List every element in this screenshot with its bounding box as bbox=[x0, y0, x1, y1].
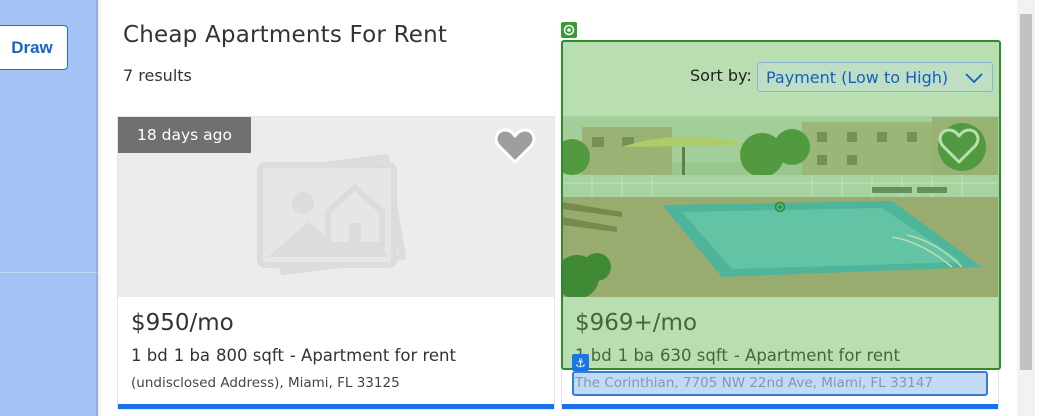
map-divider-shadow bbox=[96, 0, 102, 416]
chevron-down-icon bbox=[965, 73, 983, 84]
target-dot-icon bbox=[774, 201, 786, 213]
results-count: 7 results bbox=[123, 66, 192, 85]
listing-card[interactable]: 18 days ago $950/mo 1 bd 1 ba 800 sqft - Ap… bbox=[117, 116, 555, 410]
listing-age-badge: 18 days ago bbox=[118, 117, 251, 153]
listing-photo-placeholder[interactable]: 18 days ago bbox=[118, 117, 554, 297]
listing-price: $950/mo bbox=[131, 310, 234, 336]
card-accent-bar bbox=[562, 404, 998, 409]
listing-sqft: 800 sqft bbox=[216, 346, 284, 365]
heart-icon[interactable] bbox=[938, 127, 980, 165]
sort-label: Sort by: bbox=[690, 66, 752, 85]
listing-details: 1 bd 1 ba 630 sqft - Apartment for rent bbox=[575, 346, 906, 365]
listing-address[interactable]: The Corinthian, 7705 NW 22nd Ave, Miami,… bbox=[575, 375, 933, 391]
listing-details: 1 bd 1 ba 800 sqft - Apartment for rent bbox=[131, 346, 462, 365]
listing-type: - Apartment for rent bbox=[733, 346, 900, 365]
listing-sqft: 630 sqft bbox=[660, 346, 728, 365]
listing-baths: 1 ba bbox=[617, 346, 655, 365]
map-road bbox=[0, 272, 98, 273]
listing-type: - Apartment for rent bbox=[289, 346, 456, 365]
target-icon bbox=[561, 22, 577, 38]
listing-beds: 1 bd bbox=[131, 346, 168, 365]
page-title: Cheap Apartments For Rent bbox=[123, 22, 448, 48]
scrollbar-thumb[interactable] bbox=[1020, 14, 1032, 370]
listing-baths: 1 ba bbox=[173, 346, 211, 365]
card-accent-bar bbox=[118, 404, 554, 409]
listing-price: $969+/mo bbox=[575, 310, 698, 336]
listing-card[interactable]: $969+/mo 1 bd 1 ba 630 sqft - Apartment for… bbox=[561, 116, 999, 410]
sort-dropdown[interactable]: Payment (Low to High) bbox=[757, 62, 993, 92]
draw-button[interactable]: Draw bbox=[0, 25, 68, 70]
anchor-icon: ⚓ bbox=[572, 354, 589, 371]
heart-icon[interactable] bbox=[494, 127, 536, 165]
listing-address[interactable]: (undisclosed Address), Miami, FL 33125 bbox=[131, 375, 400, 391]
sort-selected-value: Payment (Low to High) bbox=[766, 67, 949, 87]
